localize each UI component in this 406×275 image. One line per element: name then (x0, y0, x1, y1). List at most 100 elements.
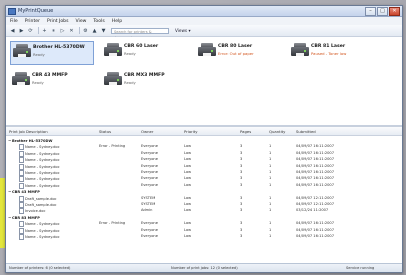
job-quantity: 1 (269, 182, 272, 187)
menu-printer[interactable]: Printer (25, 19, 40, 24)
job-pages: 3 (240, 234, 243, 238)
minimize-button[interactable]: – (365, 6, 376, 16)
group-name: CBR 43 MMFP (12, 190, 40, 195)
close-button[interactable]: ✕ (389, 6, 400, 16)
job-owner: Everyone (141, 144, 158, 149)
printer-icon (12, 72, 30, 86)
job-description: Name - Sydney.doc (25, 145, 60, 150)
menu-tools[interactable]: Tools (93, 19, 104, 24)
table-row[interactable]: Name - Sydney.doc Everyone Low 3 1 04/09/07 1… (6, 182, 400, 189)
search-input[interactable]: Search for printers & documents (111, 27, 169, 40)
printer-status: Paused - Toner low (311, 51, 347, 56)
document-icon (19, 144, 24, 151)
menu-print-jobs[interactable]: Print Jobs (47, 19, 69, 24)
column-header-pages[interactable]: Pages (240, 129, 251, 134)
job-submitted: 04/09/07 12:11:2007 (296, 195, 334, 200)
job-priority: Low (184, 144, 192, 149)
job-quantity: 1 (269, 157, 272, 162)
job-owner: Everyone (141, 170, 158, 174)
table-row[interactable]: Draft_sample.doc SYSTEM Low 3 1 04/09/07 12:1… (6, 202, 400, 208)
printer-tile[interactable]: CBR 81 Laser Paused - Toner low (289, 41, 371, 63)
printer-tile[interactable]: Brother HL-5370DW Ready (10, 41, 94, 65)
views-button[interactable]: Views ▾ (175, 28, 191, 33)
pause-icon[interactable]: ⏸ (50, 27, 57, 34)
table-row[interactable]: Name - Sydney.doc Everyone Low 3 1 04/09/07 1… (6, 157, 400, 164)
printer-tile[interactable]: CBR 80 Laser Error: Out of paper (196, 41, 278, 63)
table-row[interactable]: Invoice.doc Admin Low 3 1 03/12/24 11:2007 (6, 208, 400, 215)
job-quantity: 1 (269, 208, 272, 213)
job-submitted: 04/09/07 16:11:2007 (296, 221, 334, 226)
job-priority: Low (184, 208, 192, 213)
table-row[interactable]: Name - Sydney.doc Error - Printing Everyon… (6, 144, 400, 151)
forward-icon[interactable]: ▶ (18, 27, 25, 34)
status-bar: Number of printers: 6 (0 selected) Numbe… (6, 263, 402, 272)
table-row[interactable]: Draft_sample.doc SYSTEM Low 3 1 04/09/07 12:1… (6, 195, 400, 202)
printer-name: CBR 81 Laser (311, 44, 346, 49)
add-printer-icon[interactable]: + (41, 27, 48, 34)
job-quantity: 1 (269, 227, 272, 232)
title-bar[interactable]: MyPrintQueue – □ ✕ (6, 6, 402, 17)
cancel-icon[interactable]: ✕ (68, 27, 75, 34)
printer-icon (104, 43, 122, 57)
job-owner: Everyone (141, 163, 158, 168)
printer-group-row[interactable]: −CBR 43 MMFP (6, 189, 400, 195)
menu-view[interactable]: View (76, 19, 87, 24)
printer-name: CBR MX3 MMFP (124, 73, 165, 78)
column-header-quantity[interactable]: Quantity (269, 129, 285, 134)
job-submitted: 04/09/07 16:11:2007 (296, 234, 334, 238)
refresh-icon[interactable]: ⟳ (27, 27, 34, 34)
document-icon (19, 157, 24, 164)
table-row[interactable]: Name - Sydney.doc Everyone Low 3 1 04/09/07 1… (6, 176, 400, 183)
maximize-button[interactable]: □ (377, 6, 388, 16)
status-service: Service running (346, 266, 375, 270)
column-header-status[interactable]: Status (99, 129, 111, 134)
back-icon[interactable]: ◀ (9, 27, 16, 34)
column-header-priority[interactable]: Priority (184, 129, 198, 134)
job-description: Draft_sample.doc (25, 203, 57, 207)
column-header-submitted[interactable]: Submitted (296, 129, 316, 134)
job-description: Name - Sydney.doc (25, 228, 60, 233)
printer-icon (291, 43, 309, 57)
column-header-owner[interactable]: Owner (141, 129, 153, 134)
resume-icon[interactable]: ▷ (59, 27, 66, 34)
job-quantity: 1 (269, 221, 272, 226)
table-row[interactable]: Name - Sydney.doc Everyone Low 3 1 04/09/07 1… (6, 150, 400, 157)
job-pages: 3 (240, 202, 243, 206)
printer-group-row[interactable]: −Brother HL-5370DW (6, 138, 400, 144)
job-pages: 3 (240, 176, 243, 181)
document-icon (19, 221, 24, 228)
menu-file[interactable]: File (10, 19, 18, 24)
properties-icon[interactable]: ⚙ (82, 27, 89, 34)
menu-help[interactable]: Help (112, 19, 122, 24)
job-priority: Low (184, 221, 192, 226)
job-owner: SYSTEM (141, 195, 156, 200)
app-icon (8, 7, 16, 15)
job-pages: 3 (240, 150, 243, 155)
job-pages: 3 (240, 182, 243, 187)
table-row[interactable]: Name - Sydney.doc Everyone Low 3 1 04/09/07 1… (6, 170, 400, 176)
job-owner: Everyone (141, 157, 158, 162)
printer-status: Ready (33, 52, 45, 57)
printer-tile[interactable]: CBR MX3 MMFP Ready (102, 70, 184, 92)
job-pages: 3 (240, 157, 243, 162)
job-submitted: 04/09/07 16:11:2007 (296, 163, 334, 168)
table-row[interactable]: Name - Sydney.doc Everyone Low 3 1 04/09/07 1… (6, 227, 400, 234)
printer-tile[interactable]: CBR 43 MMFP Ready (10, 70, 92, 92)
printer-group-row[interactable]: −CBR 83 MMFP (6, 215, 400, 221)
table-row[interactable]: Name - Sydney.doc Everyone Low 3 1 04/09/07 1… (6, 163, 400, 170)
column-header: Print Job Description Status Owner Priority… (6, 127, 402, 136)
printer-tile[interactable]: CBR 60 Laser Ready (102, 41, 184, 63)
table-row[interactable]: Name - Sydney.doc Error - Printing Everyon… (6, 221, 400, 228)
up-icon[interactable]: ▲ (91, 27, 98, 34)
document-icon (19, 227, 24, 234)
document-icon (19, 234, 24, 240)
job-owner: Everyone (141, 150, 158, 155)
table-row[interactable]: Name - Sydney.doc Everyone Low 3 1 04/09/07 1… (6, 234, 400, 240)
down-icon[interactable]: ▼ (100, 27, 107, 34)
toolbar: ◀▶⟳ +⏸▷✕ ⚙▲▼ Search for printers & document… (6, 25, 402, 40)
job-quantity: 1 (269, 195, 272, 200)
toolbar-separator (38, 27, 39, 34)
column-header-print-job-description[interactable]: Print Job Description (9, 129, 48, 134)
job-description: Name - Sydney.doc (25, 151, 60, 156)
job-submitted: 04/09/07 16:11:2007 (296, 170, 334, 174)
